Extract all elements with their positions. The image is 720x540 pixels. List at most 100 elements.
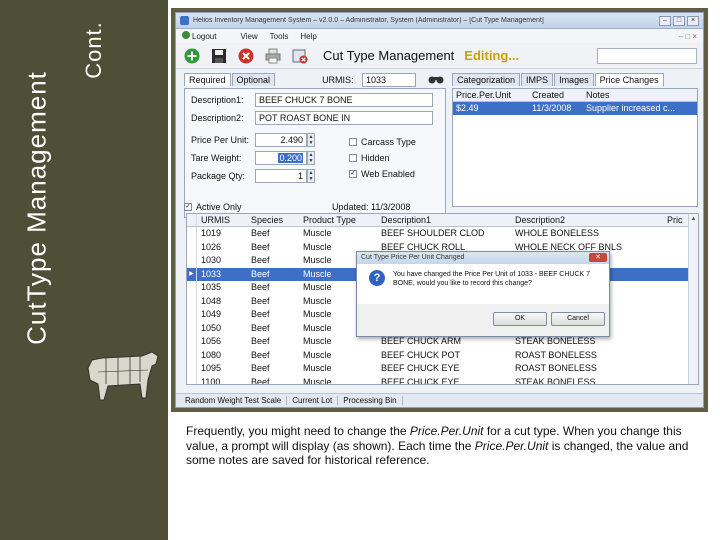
menu-view[interactable]: View: [240, 32, 257, 41]
cell-species: Beef: [251, 255, 270, 265]
slide-title-container: CutType Management: [22, 8, 52, 408]
price-per-unit-input[interactable]: 2.490: [255, 133, 307, 147]
scroll-up-icon[interactable]: ▲: [689, 214, 698, 224]
tab-optional[interactable]: Optional: [231, 73, 276, 86]
urmis-input[interactable]: 1033: [362, 73, 416, 87]
tab-imps[interactable]: IMPS: [521, 73, 554, 86]
col-price-per-unit[interactable]: Price.Per.Unit: [453, 89, 529, 101]
editing-status: Editing...: [464, 48, 520, 63]
window-title: Helios Inventory Management System – v2.…: [193, 17, 544, 24]
col-description1[interactable]: Description1: [379, 214, 513, 226]
required-panel-container: Required Optional URMIS: 1033 Descriptio…: [184, 73, 446, 218]
grid-scrollbar[interactable]: ▲: [688, 214, 698, 384]
tab-images[interactable]: Images: [554, 73, 594, 86]
description1-input[interactable]: BEEF CHUCK 7 BONE: [255, 93, 433, 107]
price-change-row[interactable]: $2.49 11/3/2008 Supplier increased c...: [453, 102, 697, 115]
slide-title-cont-container: Cont.: [76, 0, 112, 100]
col-product-type[interactable]: Product Type: [301, 214, 379, 226]
carcass-type-check-icon: [349, 138, 357, 146]
hidden-checkbox[interactable]: Hidden: [349, 153, 390, 163]
slide-sidebar: CutType Management Cont.: [0, 0, 168, 540]
status-scale[interactable]: Random Weight Test Scale: [180, 396, 288, 405]
toolbar-search-input[interactable]: [597, 47, 697, 64]
menu-logout[interactable]: Logout: [182, 31, 228, 41]
cell-product-type: Muscle: [303, 336, 332, 346]
cell-species: Beef: [251, 322, 270, 333]
active-only-check-icon: ✓: [184, 203, 192, 211]
cell-description2: WHOLE BONELESS: [515, 228, 600, 238]
price-changes-header: Price.Per.Unit Created Notes: [453, 89, 697, 102]
window-titlebar[interactable]: Helios Inventory Management System – v2.…: [176, 13, 703, 29]
table-row[interactable]: 1080 Beef Muscle BEEF CHUCK POT ROAST BONELE…: [187, 348, 698, 363]
table-row[interactable]: 1019 Beef Muscle BEEF SHOULDER CLOD WHOLE BO…: [187, 227, 698, 241]
price-changes-panel: Categorization IMPS Images Price Changes…: [452, 73, 698, 207]
add-button[interactable]: [182, 46, 202, 66]
cell-urmis: 1095: [201, 363, 222, 373]
dialog-titlebar[interactable]: Cut Type Price Per Unit Changed ✕: [357, 252, 609, 264]
tare-weight-input[interactable]: 0.200: [255, 151, 307, 165]
table-row[interactable]: 1100 Beef Muscle BEEF CHUCK EYE STEAK BONELE…: [187, 375, 698, 384]
menu-tools[interactable]: Tools: [270, 32, 289, 41]
menu-help[interactable]: Help: [300, 32, 316, 41]
col-created[interactable]: Created: [529, 89, 583, 101]
tare-weight-spinner[interactable]: ▲ ▼: [307, 151, 315, 165]
printer-icon: [265, 48, 281, 63]
row-indicator: [187, 240, 197, 254]
col-description2[interactable]: Description2: [513, 214, 665, 226]
close-window-button[interactable]: ×: [687, 15, 699, 26]
beef-cuts-cow-icon: [87, 351, 159, 401]
tab-categorization[interactable]: Categorization: [452, 73, 521, 86]
statusbar: Random Weight Test Scale Current Lot Pro…: [176, 393, 703, 407]
delete-icon: [238, 48, 254, 63]
hidden-check-icon: [349, 154, 357, 162]
grid-header: URMIS Species Product Type Description1 …: [187, 214, 698, 227]
add-icon: [184, 48, 200, 63]
minimize-button[interactable]: –: [659, 15, 671, 26]
row-indicator: [187, 227, 197, 241]
cell-species: Beef: [251, 363, 270, 373]
package-qty-spinner[interactable]: ▲ ▼: [307, 169, 315, 183]
table-row[interactable]: 1095 Beef Muscle BEEF CHUCK EYE ROAST BONELE…: [187, 362, 698, 376]
close-form-button[interactable]: [290, 46, 310, 66]
save-button[interactable]: [209, 46, 229, 66]
cancel-button[interactable]: Cancel: [551, 312, 605, 326]
web-enabled-checkbox[interactable]: ✓ Web Enabled: [349, 169, 415, 179]
status-processing-bin[interactable]: Processing Bin: [338, 396, 403, 405]
ok-button[interactable]: OK: [493, 312, 547, 326]
cell-price: [665, 349, 685, 363]
maximize-button[interactable]: □: [673, 15, 685, 26]
status-current-lot[interactable]: Current Lot: [287, 396, 339, 405]
description2-input[interactable]: POT ROAST BONE IN: [255, 111, 433, 125]
package-qty-input[interactable]: 1: [255, 169, 307, 183]
row-indicator: [187, 321, 197, 335]
col-urmis[interactable]: URMIS: [197, 214, 249, 226]
price-per-unit-spinner[interactable]: ▲ ▼: [307, 133, 315, 147]
cell-description1: BEEF SHOULDER CLOD: [381, 228, 485, 238]
print-button[interactable]: [263, 46, 283, 66]
tare-weight-value: 0.200: [278, 153, 303, 163]
active-only-checkbox[interactable]: ✓ Active Only: [184, 202, 242, 212]
mdi-controls-icon[interactable]: – □ ×: [679, 32, 697, 41]
row-indicator: [187, 281, 197, 295]
dialog-close-button[interactable]: ✕: [589, 253, 607, 262]
dialog-message: You have changed the Price Per Unit of 1…: [393, 271, 591, 287]
cell-urmis: 1050: [201, 322, 222, 333]
carcass-type-checkbox[interactable]: Carcass Type: [349, 137, 416, 147]
binoculars-icon[interactable]: [428, 73, 444, 88]
row-indicator: ▶: [187, 267, 197, 281]
price-change-dialog: Cut Type Price Per Unit Changed ✕ ? You …: [356, 251, 610, 337]
cell-urmis: 1035: [201, 282, 222, 292]
table-row[interactable]: 1056 Beef Muscle BEEF CHUCK ARM STEAK BONELE…: [187, 335, 698, 349]
cell-urmis: 1019: [201, 228, 222, 238]
tab-price-changes[interactable]: Price Changes: [594, 73, 664, 86]
tab-required[interactable]: Required: [184, 73, 231, 86]
col-notes[interactable]: Notes: [583, 89, 697, 101]
row-indicator: [187, 335, 197, 349]
caption-field-name: Price.Per.Unit: [474, 438, 549, 453]
updated-value: 11/3/2008: [371, 202, 411, 212]
delete-button[interactable]: [236, 46, 256, 66]
col-price[interactable]: Pric: [665, 214, 685, 226]
close-form-icon: [292, 49, 308, 63]
cell-price: [665, 362, 685, 376]
col-species[interactable]: Species: [249, 214, 301, 226]
